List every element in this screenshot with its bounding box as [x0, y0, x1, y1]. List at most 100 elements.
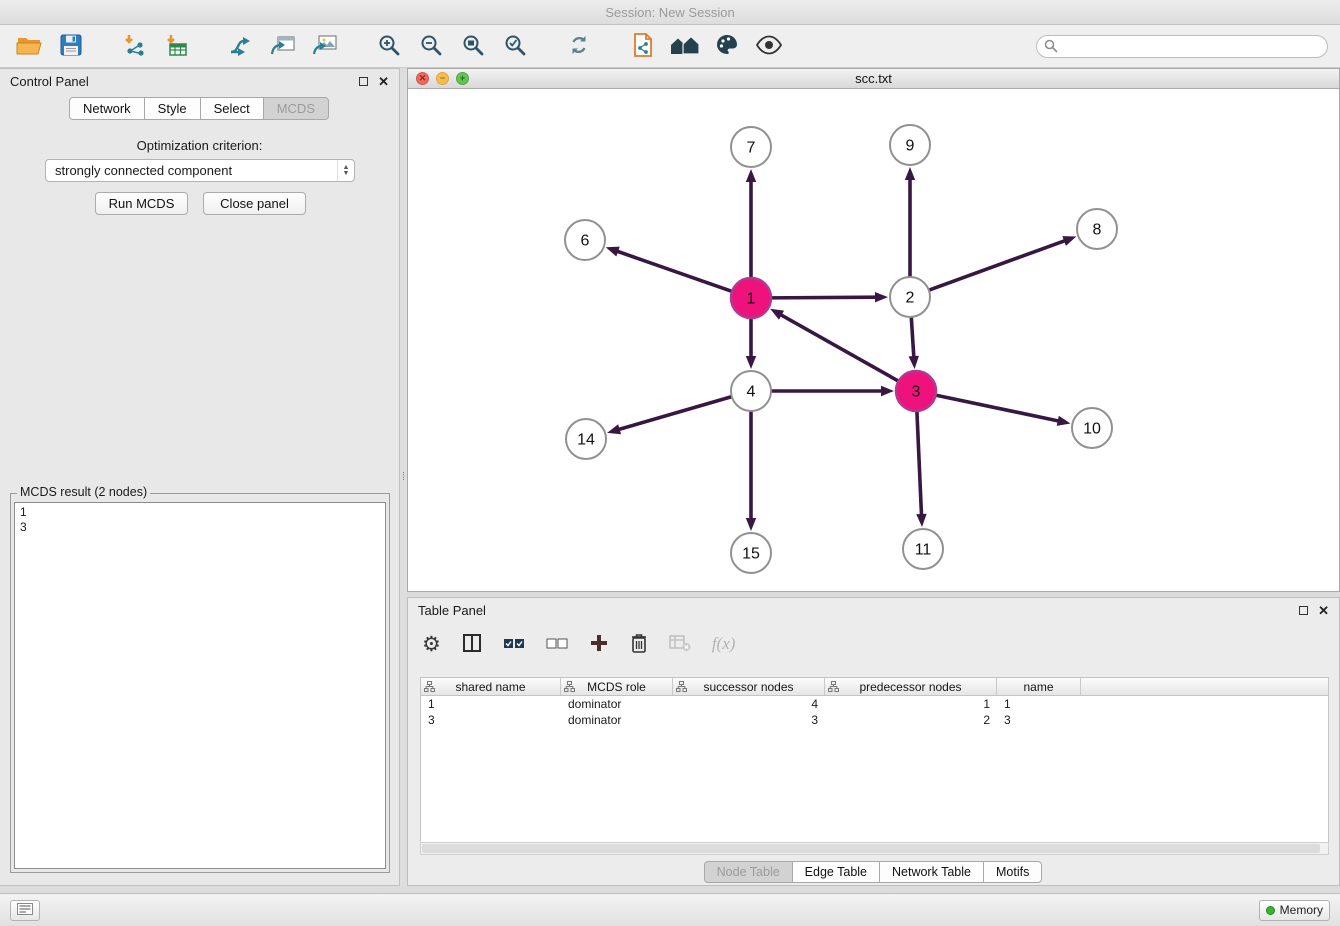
zoom-selected-button[interactable] [494, 28, 536, 64]
graph-edge-1-2[interactable] [771, 297, 877, 298]
import-network-button[interactable] [114, 28, 156, 64]
minimize-window-icon[interactable]: − [436, 72, 449, 85]
cell-mcds-role[interactable]: dominator [561, 712, 673, 728]
tab-style[interactable]: Style [144, 97, 201, 120]
tab-edge-table[interactable]: Edge Table [792, 861, 880, 883]
import-table-icon [164, 33, 190, 60]
task-history-button[interactable] [10, 900, 40, 921]
edge-arrowhead [770, 309, 784, 320]
control-panel-header: Control Panel ✕ [0, 69, 399, 93]
tab-mcds[interactable]: MCDS [263, 97, 329, 120]
apply-function-button[interactable]: f(x) [712, 634, 736, 654]
new-network-button[interactable] [220, 28, 262, 64]
copy-document-button[interactable] [622, 28, 664, 64]
cell-shared-name[interactable]: 1 [421, 696, 561, 712]
memory-button[interactable]: Memory [1259, 900, 1330, 921]
save-session-button[interactable] [50, 28, 92, 64]
import-table-button[interactable] [156, 28, 198, 64]
graph-edge-3-11[interactable] [917, 411, 922, 516]
cell-successor-nodes[interactable]: 3 [673, 712, 825, 728]
zoom-fit-button[interactable] [452, 28, 494, 64]
column-label: shared name [455, 680, 525, 694]
delete-table-button[interactable] [669, 634, 691, 655]
column-header-predecessor-nodes[interactable]: predecessor nodes [825, 678, 997, 695]
graph-edge-2-3[interactable] [911, 317, 914, 358]
toggle-column-panel-button[interactable] [462, 633, 482, 656]
graph-edge-4-14[interactable] [618, 397, 732, 430]
select-all-columns-button[interactable] [503, 635, 525, 654]
run-mcds-button[interactable]: Run MCDS [95, 192, 188, 215]
column-header-shared-name[interactable]: shared name [421, 678, 561, 695]
node-table: shared name MCDS role successor nodes pr… [420, 677, 1329, 843]
palette-icon [715, 33, 739, 60]
tab-network-table[interactable]: Network Table [879, 861, 984, 883]
optimization-criterion-label: Optimization criterion: [0, 138, 399, 153]
show-graphics-button[interactable] [748, 28, 790, 64]
close-table-panel-icon[interactable]: ✕ [1318, 604, 1329, 617]
cell-name[interactable]: 3 [997, 712, 1081, 728]
column-header-mcds-role[interactable]: MCDS role [561, 678, 673, 695]
cell-mcds-role[interactable]: dominator [561, 696, 673, 712]
table-horizontal-scrollbar[interactable] [420, 842, 1329, 855]
apply-style-button[interactable] [706, 28, 748, 64]
maximize-window-icon[interactable]: + [456, 72, 469, 85]
delete-table-icon [669, 634, 691, 655]
panel-splitter[interactable]: ⁞ [400, 68, 407, 886]
mcds-result-list[interactable]: 1 3 [14, 502, 386, 869]
cell-predecessor-nodes[interactable]: 1 [825, 696, 997, 712]
function-icon: f(x) [712, 634, 736, 654]
column-label: MCDS role [587, 680, 646, 694]
zoom-in-icon [377, 33, 401, 60]
edge-arrowhead [746, 518, 756, 531]
table-panel-title: Table Panel [418, 603, 486, 618]
column-header-name[interactable]: name [997, 678, 1081, 695]
float-table-panel-icon[interactable] [1299, 606, 1308, 615]
close-window-icon[interactable]: ✕ [416, 72, 429, 85]
table-row[interactable]: 1 dominator 4 1 1 [421, 696, 1328, 712]
tab-node-table[interactable]: Node Table [704, 861, 793, 883]
cell-name[interactable]: 1 [997, 696, 1081, 712]
clone-network-button[interactable] [262, 28, 304, 64]
column-header-successor-nodes[interactable]: successor nodes [673, 678, 825, 695]
graph-edge-2-8[interactable] [929, 240, 1066, 290]
float-panel-icon[interactable] [359, 77, 368, 86]
criterion-dropdown[interactable]: strongly connected component ▲▼ [45, 159, 355, 182]
graph-edge-3-1[interactable] [780, 314, 899, 381]
network-window-title: scc.txt [855, 71, 892, 86]
close-panel-button[interactable]: Close panel [203, 192, 306, 215]
refresh-icon [567, 33, 591, 60]
tab-network[interactable]: Network [69, 97, 145, 120]
table-settings-button[interactable]: ⚙ [422, 634, 441, 655]
export-image-button[interactable] [304, 28, 346, 64]
delete-row-button[interactable] [630, 632, 648, 657]
memory-label: Memory [1280, 903, 1323, 917]
tab-select[interactable]: Select [200, 97, 264, 120]
table-row[interactable]: 3 dominator 3 2 3 [421, 712, 1328, 728]
deselect-all-columns-button[interactable] [546, 635, 568, 654]
mcds-result-line: 1 [20, 505, 380, 520]
zoom-out-button[interactable] [410, 28, 452, 64]
zoom-in-button[interactable] [368, 28, 410, 64]
column-panel-icon [462, 633, 482, 656]
cell-predecessor-nodes[interactable]: 2 [825, 712, 997, 728]
tab-motifs[interactable]: Motifs [983, 861, 1042, 883]
zoom-out-icon [419, 33, 443, 60]
graph-node-label: 6 [581, 233, 590, 250]
open-session-button[interactable] [8, 28, 50, 64]
network-overview-button[interactable] [664, 28, 706, 64]
unchecked-boxes-icon [546, 635, 568, 654]
edge-arrowhead [606, 247, 620, 257]
network-canvas[interactable]: 7968124314101511 [408, 89, 1339, 591]
dropdown-stepper-icon: ▲▼ [337, 160, 354, 181]
close-panel-icon[interactable]: ✕ [378, 75, 389, 88]
cell-shared-name[interactable]: 3 [421, 712, 561, 728]
cell-successor-nodes[interactable]: 4 [673, 696, 825, 712]
refresh-view-button[interactable] [558, 28, 600, 64]
graph-node-label: 9 [906, 138, 915, 155]
graph-edge-3-10[interactable] [936, 395, 1060, 421]
graph-edge-1-6[interactable] [616, 251, 732, 292]
eye-icon [755, 35, 783, 58]
add-row-button[interactable] [589, 633, 609, 656]
search-input[interactable] [1036, 35, 1328, 58]
column-tree-icon [424, 681, 435, 695]
